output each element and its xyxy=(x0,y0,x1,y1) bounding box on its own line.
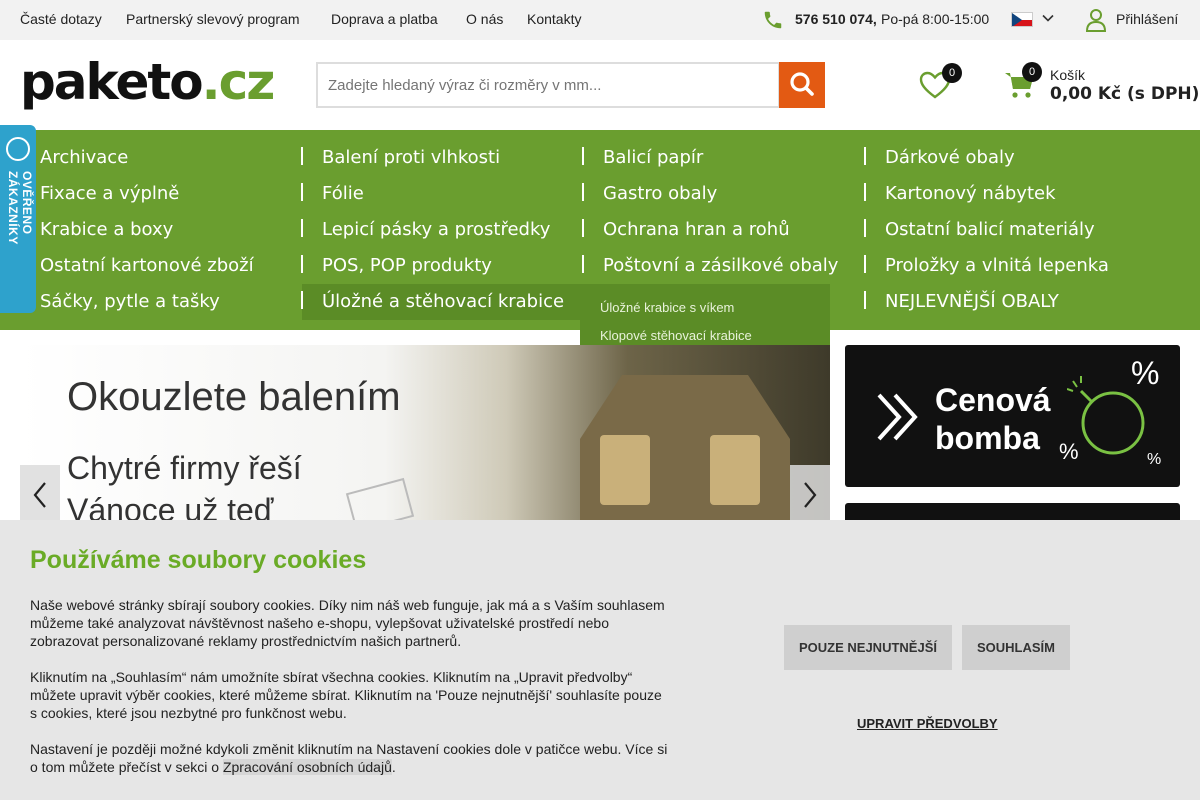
cart-total[interactable]: 0,00 Kč (s DPH) xyxy=(1050,84,1199,104)
promo-text: Cenová bomba xyxy=(935,381,1051,457)
category-lepici-pasky[interactable]: Lepicí pásky a prostředky xyxy=(322,212,550,248)
category-separator xyxy=(301,219,303,237)
category-separator xyxy=(864,219,866,237)
category-darkove[interactable]: Dárkové obaly xyxy=(885,140,1015,176)
cookie-paragraph-1: Naše webové stránky sbírají soubory cook… xyxy=(30,597,665,649)
faq-link[interactable]: Časté dotazy xyxy=(20,11,102,27)
verified-badge-text: OVĚŘENO ZÁKAZNÍKY xyxy=(6,171,34,245)
category-ochrana-hran[interactable]: Ochrana hran a rohů xyxy=(603,212,790,248)
phone-number[interactable]: 576 510 074, xyxy=(795,11,877,27)
cookie-paragraph-3: Nastavení je později možné kdykoli změni… xyxy=(30,740,670,776)
percent-symbol: % xyxy=(1131,355,1160,391)
hero-subtitle-line1: Chytré firmy řeší xyxy=(67,450,302,486)
search-input[interactable] xyxy=(316,62,780,108)
verified-seal-icon xyxy=(6,137,30,161)
jar-image xyxy=(710,435,760,505)
category-separator xyxy=(864,183,866,201)
logo-main-text: paketo xyxy=(20,53,204,111)
promo-line1: Cenová xyxy=(935,382,1051,418)
agree-button[interactable]: SOUHLASÍM xyxy=(962,625,1070,670)
category-kartonovy-nabytek[interactable]: Kartonový nábytek xyxy=(885,176,1056,212)
phone-icon xyxy=(764,11,782,29)
category-separator xyxy=(582,147,584,165)
category-prolozky[interactable]: Proložky a vlnitá lepenka xyxy=(885,248,1109,284)
slider-next-button[interactable] xyxy=(790,465,830,525)
promo-line2: bomba xyxy=(935,420,1040,456)
category-separator xyxy=(301,183,303,201)
cart-label[interactable]: Košík xyxy=(1050,67,1085,83)
category-balici-papir[interactable]: Balicí papír xyxy=(603,140,703,176)
category-separator xyxy=(582,183,584,201)
arrow-right-icon xyxy=(804,482,817,508)
necessary-only-button[interactable]: POUZE NEJNUTNĚJŠÍ xyxy=(784,625,952,670)
hero-subtitle: Chytré firmy řeší Vánoce už teď xyxy=(67,447,302,525)
category-separator xyxy=(301,291,303,309)
shipping-payment-link[interactable]: Doprava a platba xyxy=(331,11,438,27)
opening-hours: Po-pá 8:00-15:00 xyxy=(881,11,990,27)
search-button[interactable] xyxy=(779,62,825,108)
cookie-paragraph-2: Kliknutím na „Souhlasím“ nám umožníte sb… xyxy=(30,669,662,721)
category-separator xyxy=(864,255,866,273)
top-bar: Časté dotazy Partnerský slevový program … xyxy=(0,0,1200,40)
category-sacky[interactable]: Sáčky, pytle a tašky xyxy=(40,284,220,320)
chevron-down-icon[interactable] xyxy=(1041,11,1055,25)
double-chevron-icon xyxy=(877,393,918,441)
edit-preferences-link[interactable]: UPRAVIT PŘEDVOLBY xyxy=(857,716,998,731)
category-separator xyxy=(301,255,303,273)
hero-banner[interactable]: Okouzlete balením Chytré firmy řeší Váno… xyxy=(20,345,830,525)
slider-prev-button[interactable] xyxy=(20,465,60,525)
category-baleni-vlhkost[interactable]: Balení proti vlhkosti xyxy=(322,140,500,176)
jar-image xyxy=(600,435,650,505)
wishlist-count-badge: 0 xyxy=(942,63,962,83)
category-krabice[interactable]: Krabice a boxy xyxy=(40,212,173,248)
promo-cenova-bomba[interactable]: Cenová bomba % % % xyxy=(845,345,1180,487)
category-separator xyxy=(301,147,303,165)
partner-program-link[interactable]: Partnerský slevový program xyxy=(126,11,300,27)
cookie-paragraph-3-end: . xyxy=(391,759,396,775)
privacy-policy-link[interactable]: Zpracování osobních údajů xyxy=(222,759,392,775)
submenu-item-ulozne-s-vikem[interactable]: Úložné krabice s víkem xyxy=(600,300,734,315)
hero-title: Okouzlete balením xyxy=(67,375,401,419)
cart-count-badge: 0 xyxy=(1022,62,1042,82)
user-icon[interactable] xyxy=(1085,8,1107,32)
contacts-link[interactable]: Kontakty xyxy=(527,11,581,27)
category-separator xyxy=(864,291,866,309)
logo-tld-text: .cz xyxy=(201,53,276,111)
box-sketch-illustration xyxy=(345,477,415,525)
category-separator xyxy=(864,147,866,165)
category-folie[interactable]: Fólie xyxy=(322,176,364,212)
category-ostatni-kartonove[interactable]: Ostatní kartonové zboží xyxy=(40,248,254,284)
category-pos-pop[interactable]: POS, POP produkty xyxy=(322,248,492,284)
category-separator xyxy=(582,219,584,237)
search-icon xyxy=(790,72,814,96)
cookie-banner: Používáme soubory cookies Naše webové st… xyxy=(0,520,1200,800)
about-link[interactable]: O nás xyxy=(466,11,503,27)
category-ulozne-krabice[interactable]: Úložné a stěhovací krabice xyxy=(322,284,564,320)
submenu-item-klopove[interactable]: Klopové stěhovací krabice xyxy=(600,328,752,343)
percent-symbol: % xyxy=(1059,439,1079,464)
czech-flag-icon[interactable] xyxy=(1011,12,1033,27)
login-link[interactable]: Přihlášení xyxy=(1116,11,1178,27)
site-logo[interactable]: paketo.cz xyxy=(20,52,276,112)
arrow-left-icon xyxy=(33,482,46,508)
category-gastro[interactable]: Gastro obaly xyxy=(603,176,717,212)
verified-customers-badge[interactable]: OVĚŘENO ZÁKAZNÍKY xyxy=(0,125,36,313)
category-nejlevnejsi[interactable]: NEJLEVNĚJŠÍ OBALY xyxy=(885,284,1059,320)
percent-symbol: % xyxy=(1147,451,1162,468)
category-ostatni-balici[interactable]: Ostatní balicí materiály xyxy=(885,212,1095,248)
category-postovni[interactable]: Poštovní a zásilkové obaly xyxy=(603,248,838,284)
category-fixace[interactable]: Fixace a výplně xyxy=(40,176,179,212)
category-archivace[interactable]: Archivace xyxy=(40,140,128,176)
category-separator xyxy=(582,255,584,273)
cookie-title: Používáme soubory cookies xyxy=(30,546,367,574)
